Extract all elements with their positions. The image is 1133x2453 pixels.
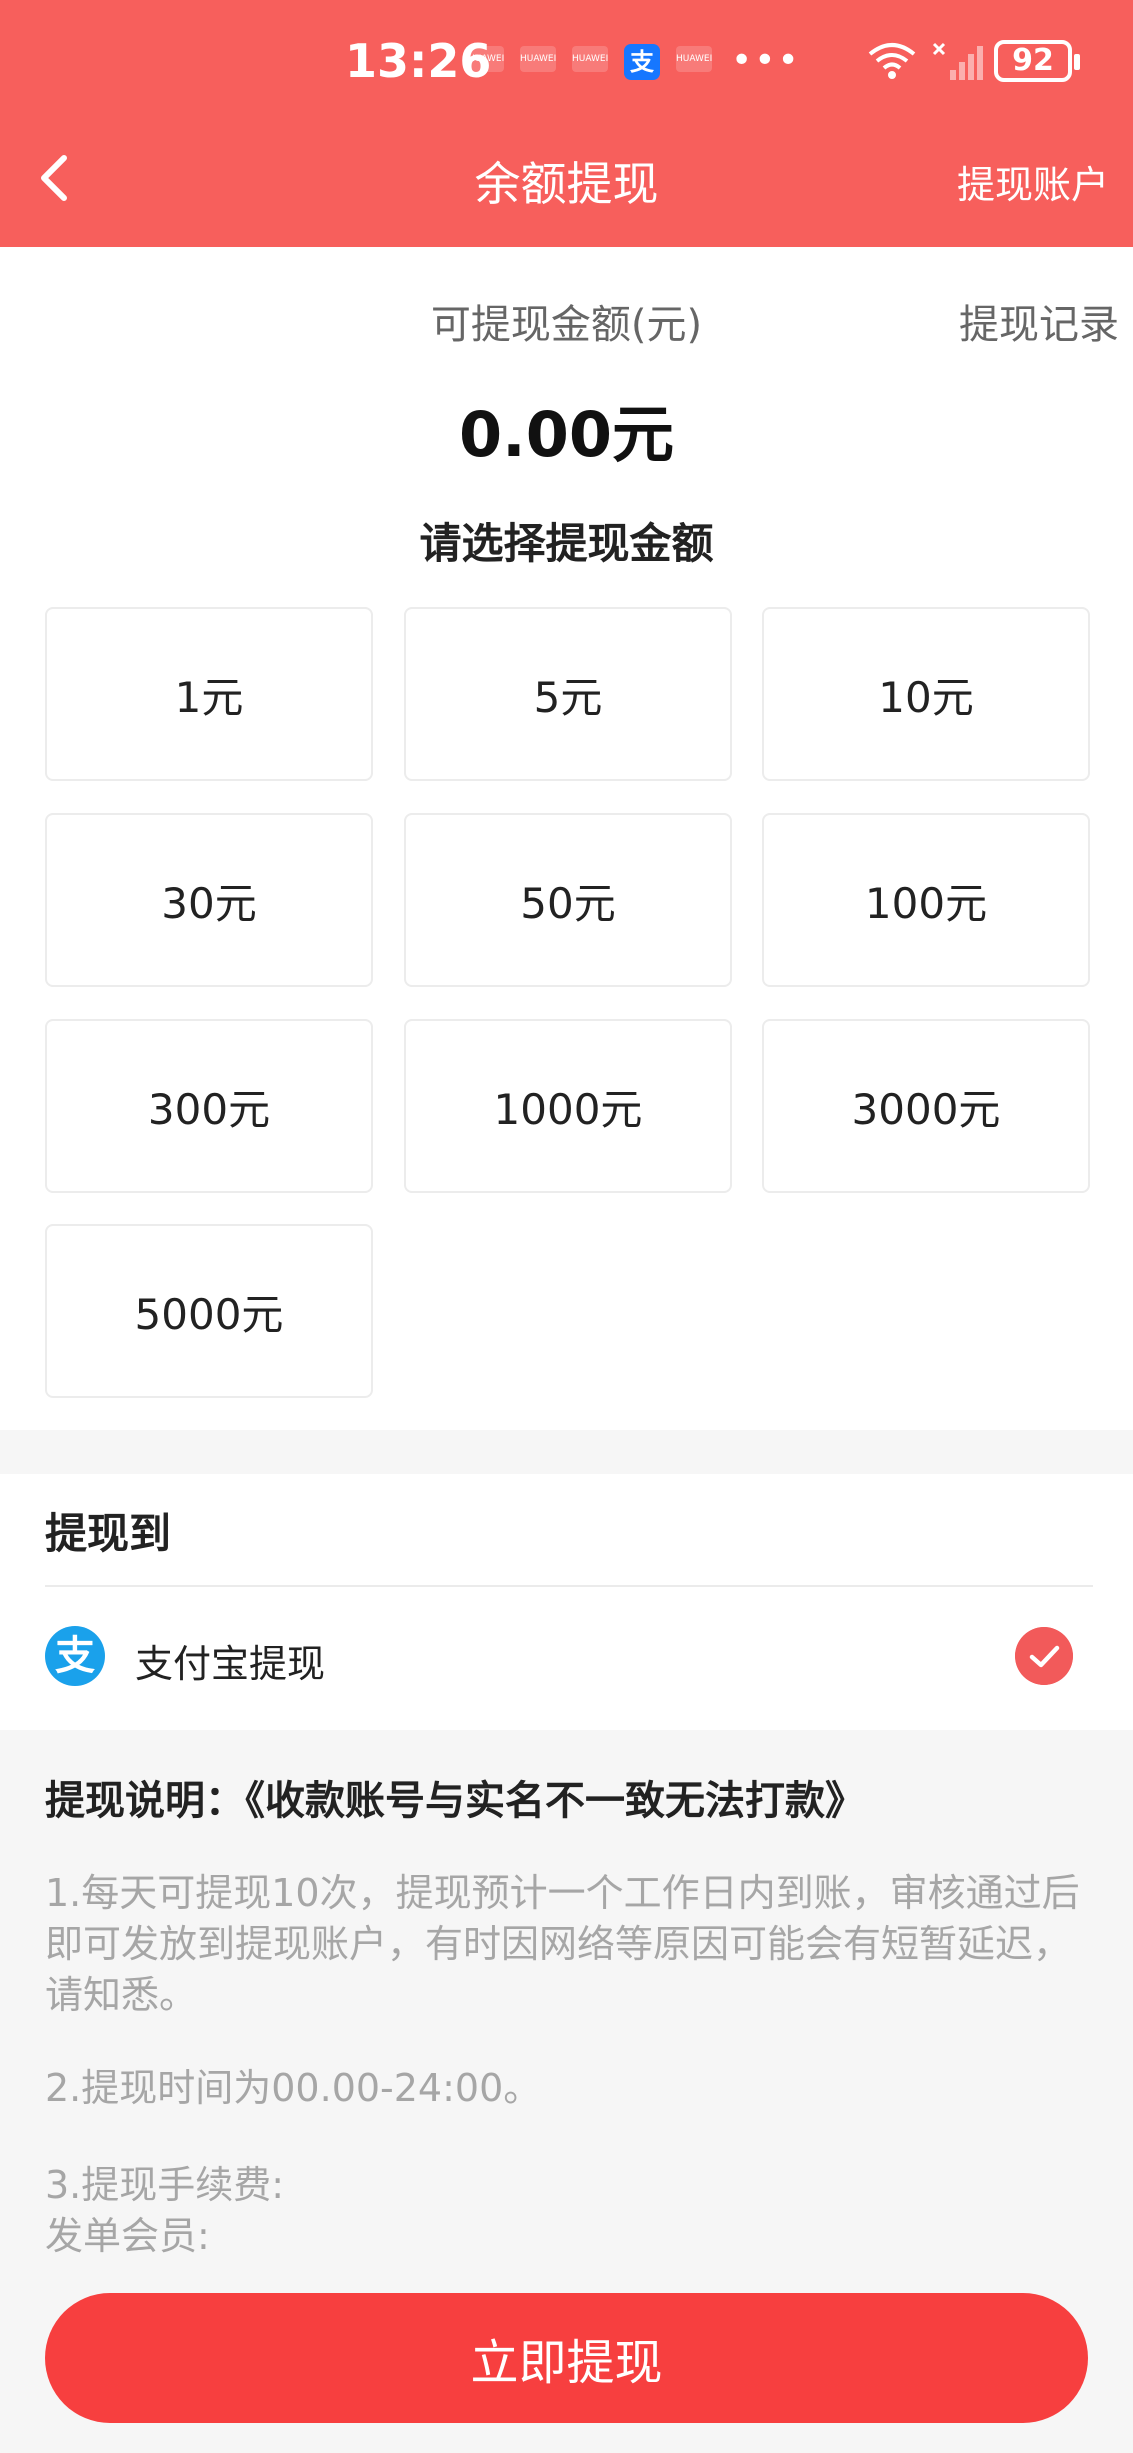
huawei-notification-icon: HUAWEI [520,46,556,72]
amount-option-300[interactable]: 300元 [45,1019,373,1193]
wifi-icon [868,43,916,79]
app-header: 13:26 HUAWEI HUAWEI HUAWEI 支 HUAWEI ••• … [0,0,1133,247]
amount-option-5000[interactable]: 5000元 [45,1224,373,1398]
amount-option-100[interactable]: 100元 [762,813,1090,987]
amount-option-10[interactable]: 10元 [762,607,1090,781]
note-item-3-member: 发单会员: [45,2214,210,2258]
signal-icon [932,42,983,80]
withdraw-now-button[interactable]: 立即提现 [45,2293,1088,2423]
battery-indicator: 92 [994,40,1080,82]
amount-option-5[interactable]: 5元 [404,607,732,781]
alipay-icon: 支 [45,1626,105,1686]
withdraw-to-title: 提现到 [45,1509,172,1558]
amount-option-50[interactable]: 50元 [404,813,732,987]
status-bar: 13:26 HUAWEI HUAWEI HUAWEI 支 HUAWEI ••• … [0,0,1133,120]
amount-option-3000[interactable]: 3000元 [762,1019,1090,1193]
huawei-notification-icon: HUAWEI [676,46,712,72]
note-item-3-fee: 3.提现手续费: [45,2163,285,2207]
huawei-notification-icon: HUAWEI [572,46,608,72]
note-item-2: 2.提现时间为00.00-24:00。 [45,2066,542,2110]
amount-option-1000[interactable]: 1000元 [404,1019,732,1193]
amount-option-30[interactable]: 30元 [45,813,373,987]
withdraw-records-link[interactable]: 提现记录 [959,292,1119,350]
note-item-3: 3.提现手续费: 发单会员: [45,2160,1095,2262]
withdraw-notes-title: 提现说明：《收款账号与实名不一致无法打款》 [45,1778,865,1824]
huawei-notification-icon: HUAWEI [468,46,504,72]
amount-option-1[interactable]: 1元 [45,607,373,781]
select-amount-title: 请选择提现金额 [419,519,714,568]
note-item-1: 1.每天可提现10次，提现预计一个工作日内到账，审核通过后即可发放到提现账户，有… [45,1871,1080,2017]
more-notifications-icon: ••• [731,40,801,81]
divider [45,1585,1093,1587]
balance-amount: 0.00元 [459,398,674,471]
alipay-notification-icon: 支 [624,44,660,80]
withdraw-account-link[interactable]: 提现账户 [957,154,1109,209]
alipay-method-label: 支付宝提现 [135,1642,326,1686]
selected-check-icon[interactable] [1015,1627,1073,1685]
